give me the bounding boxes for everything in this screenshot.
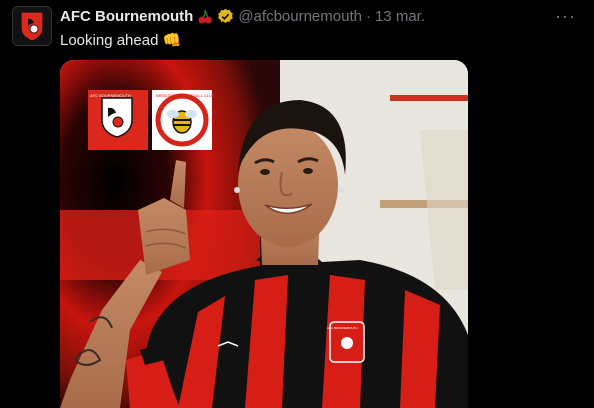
shirt-crest-label: AFC BOURNEMOUTH — [327, 326, 358, 330]
account-handle[interactable]: @afcbournemouth — [238, 8, 362, 25]
afc-bournemouth-crest-icon — [20, 11, 44, 42]
verified-badge-icon[interactable] — [217, 8, 234, 25]
tweet-text-content: Looking ahead — [60, 32, 159, 49]
more-options-icon[interactable]: ··· — [555, 6, 576, 27]
fist-emoji: 👊 — [162, 32, 182, 49]
tweet-media-image[interactable]: AFC BOURNEMOUTH BRENTFORD FOOTBALL CLUB … — [60, 60, 468, 408]
tweet-text: Looking ahead 👊 — [60, 31, 181, 49]
tweet-header: AFC Bournemouth @afcbournemouth · 13 mar… — [60, 8, 425, 25]
profile-avatar[interactable] — [12, 6, 52, 46]
player-graphic — [60, 60, 468, 408]
cherries-emoji-icon — [197, 9, 213, 25]
display-name[interactable]: AFC Bournemouth — [60, 8, 193, 25]
tweet[interactable]: AFC Bournemouth @afcbournemouth · 13 mar… — [0, 0, 594, 408]
tweet-date[interactable]: 13 mar. — [375, 8, 425, 25]
crest-right-label: BRENTFORD FOOTBALL CLUB — [156, 93, 215, 98]
crest-left-label: AFC BOURNEMOUTH — [90, 93, 131, 98]
separator-dot: · — [365, 8, 371, 25]
